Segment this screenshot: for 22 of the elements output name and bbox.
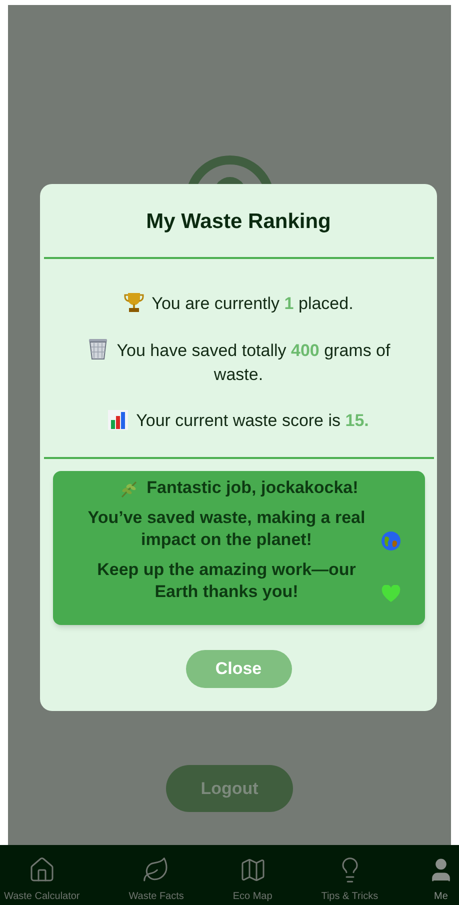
tab-bar-item[interactable]: Tips & Tricks	[317, 856, 382, 904]
tab-bar-item[interactable]: Me	[423, 856, 459, 904]
tab-bar-item[interactable]: Waste Facts	[124, 856, 188, 904]
bar-chart-icon	[108, 410, 128, 430]
close-button[interactable]: Close	[186, 650, 292, 688]
stat-text: Your current waste score is 15.	[136, 411, 369, 430]
dialog-title: My Waste Ranking	[146, 209, 331, 235]
heart-icon	[380, 585, 400, 603]
logout-button[interactable]: Logout	[166, 765, 293, 812]
tab-bar-item[interactable]: Eco Map	[228, 856, 276, 904]
stat-text: You have saved totally 400 grams of waste.	[116, 341, 390, 384]
message-text: Fantastic job, jockakocka!	[146, 477, 358, 499]
stat-text: You are currently 1 placed.	[152, 294, 354, 313]
wastebasket-icon	[86, 338, 109, 360]
message-text: You’ve saved waste, making a real impact on the planet!	[86, 507, 366, 551]
map-icon	[238, 856, 267, 884]
globe-icon	[380, 531, 400, 551]
message-text: Keep up the amazing work—our Earth thanks you!	[96, 559, 357, 603]
tab-bar-item[interactable]: Waste Calculator	[0, 856, 84, 904]
trophy-icon	[124, 291, 144, 313]
house-icon	[28, 856, 56, 884]
herb-icon	[118, 479, 139, 499]
